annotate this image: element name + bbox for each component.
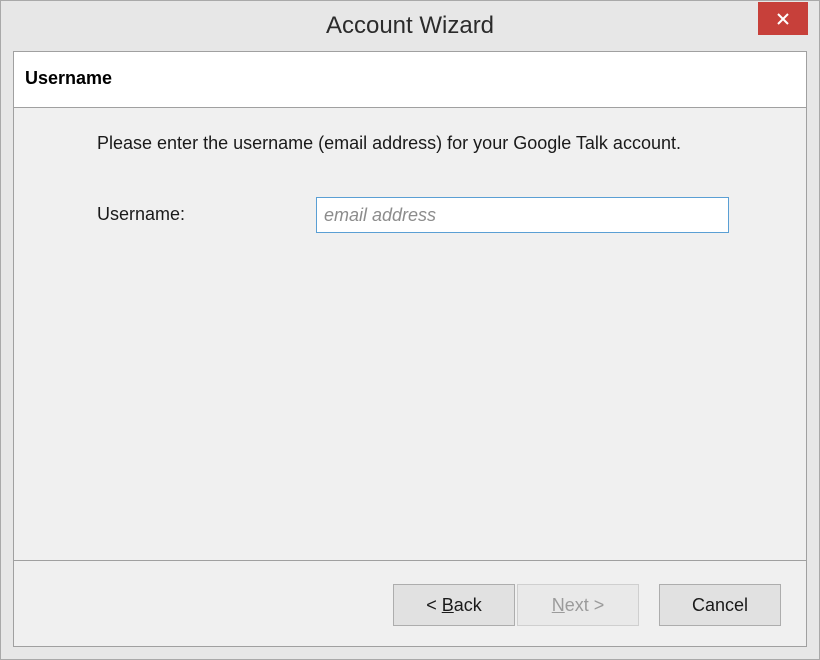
next-button-mnemonic: N [551, 594, 565, 615]
back-button-label: ack [453, 594, 482, 615]
username-input[interactable] [316, 197, 729, 233]
back-button-prefix: < [426, 594, 442, 615]
close-button[interactable] [758, 2, 808, 35]
next-button-label: ext > [564, 594, 605, 615]
username-label: Username: [97, 204, 186, 224]
account-wizard-window: Account Wizard Username Please enter the… [0, 0, 820, 660]
footer-divider [14, 560, 806, 561]
wizard-page: Username Please enter the username (emai… [13, 51, 807, 647]
back-button-mnemonic: B [441, 594, 454, 615]
instruction-text: Please enter the username (email address… [97, 133, 681, 153]
back-button[interactable]: < Back [393, 584, 515, 626]
close-icon [776, 12, 790, 26]
page-title: Username [25, 68, 113, 88]
title-bar[interactable]: Account Wizard [1, 1, 819, 51]
page-header: Username [14, 52, 806, 108]
next-button[interactable]: Next > [517, 584, 639, 626]
window-title: Account Wizard [325, 12, 495, 39]
cancel-button[interactable]: Cancel [659, 584, 781, 626]
